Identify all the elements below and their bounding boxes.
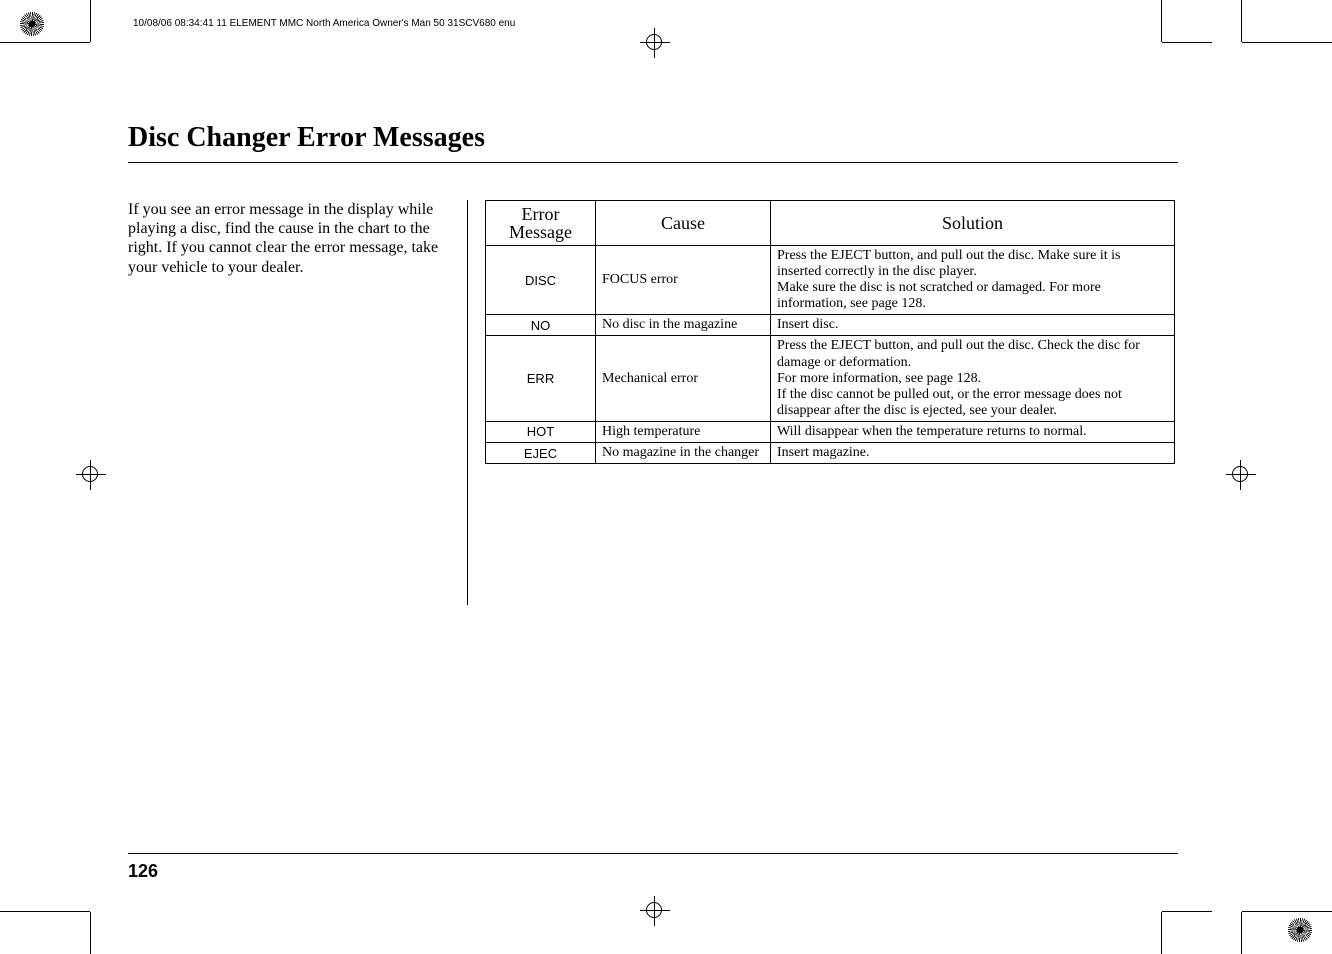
error-cause: Mechanical error (596, 336, 771, 421)
table-row: ERR Mechanical error Press the EJECT but… (486, 336, 1175, 421)
crop-mark (1161, 0, 1162, 42)
table-row: HOT High temperature Will disappear when… (486, 421, 1175, 442)
error-cause: High temperature (596, 421, 771, 442)
table-row: DISC FOCUS error Press the EJECT button,… (486, 246, 1175, 315)
error-solution: Insert disc. (771, 315, 1175, 336)
crop-mark (0, 911, 90, 912)
crop-mark (1242, 911, 1332, 912)
error-solution: Press the EJECT button, and pull out the… (771, 336, 1175, 421)
crosshair-icon (76, 460, 106, 490)
footer-rule (128, 853, 1178, 854)
crop-mark (1162, 42, 1212, 43)
error-solution: Press the EJECT button, and pull out the… (771, 246, 1175, 315)
registration-mark-icon (1288, 918, 1312, 942)
error-code: ERR (486, 336, 596, 421)
page-title: Disc Changer Error Messages (128, 122, 485, 154)
header-solution: Solution (771, 201, 1175, 246)
page-number: 126 (128, 861, 158, 882)
crop-mark (1162, 911, 1212, 912)
column-divider (467, 200, 468, 605)
crop-mark (90, 0, 91, 42)
error-cause: No magazine in the changer (596, 443, 771, 464)
error-cause: FOCUS error (596, 246, 771, 315)
table-row: NO No disc in the magazine Insert disc. (486, 315, 1175, 336)
crop-mark (1242, 42, 1332, 43)
crop-mark (90, 912, 91, 954)
error-code: HOT (486, 421, 596, 442)
header-error-message: Error Message (486, 201, 596, 246)
crop-mark (1161, 912, 1162, 954)
header-metadata: 10/08/06 08:34:41 11 ELEMENT MMC North A… (133, 18, 515, 29)
error-solution: Insert magazine. (771, 443, 1175, 464)
error-code: NO (486, 315, 596, 336)
crop-mark (1241, 0, 1242, 42)
table-row: EJEC No magazine in the changer Insert m… (486, 443, 1175, 464)
table-header-row: Error Message Cause Solution (486, 201, 1175, 246)
header-error-label: Error Message (509, 205, 572, 241)
error-message-table: Error Message Cause Solution DISC FOCUS … (485, 200, 1175, 464)
crop-mark (0, 42, 90, 43)
intro-paragraph: If you see an error message in the displ… (128, 200, 448, 277)
crosshair-icon (640, 896, 670, 926)
title-underline (128, 162, 1178, 163)
crosshair-icon (1226, 460, 1256, 490)
header-cause: Cause (596, 201, 771, 246)
error-solution: Will disappear when the temperature retu… (771, 421, 1175, 442)
registration-mark-icon (20, 12, 44, 36)
crosshair-icon (640, 28, 670, 58)
error-code: EJEC (486, 443, 596, 464)
error-cause: No disc in the magazine (596, 315, 771, 336)
error-code: DISC (486, 246, 596, 315)
crop-mark (1241, 912, 1242, 954)
